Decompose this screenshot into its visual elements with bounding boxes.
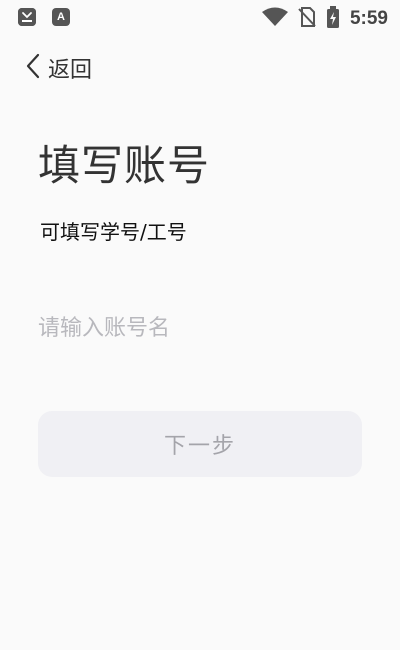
store-app-icon bbox=[18, 8, 36, 26]
back-button[interactable]: 返回 bbox=[26, 52, 92, 84]
next-button[interactable]: 下一步 bbox=[38, 411, 362, 477]
wifi-icon bbox=[261, 7, 288, 31]
status-bar: A 5:59 bbox=[0, 0, 400, 36]
account-input[interactable] bbox=[38, 306, 362, 350]
back-label: 返回 bbox=[48, 58, 93, 83]
battery-charging-icon bbox=[326, 6, 340, 32]
status-time: 5:59 bbox=[349, 8, 388, 29]
no-sim-icon bbox=[298, 7, 316, 31]
page-title: 填写账号 bbox=[38, 141, 211, 190]
a-app-icon: A bbox=[52, 8, 70, 26]
page-subtitle: 可填写学号/工号 bbox=[40, 220, 187, 244]
chevron-left-icon bbox=[26, 53, 40, 83]
